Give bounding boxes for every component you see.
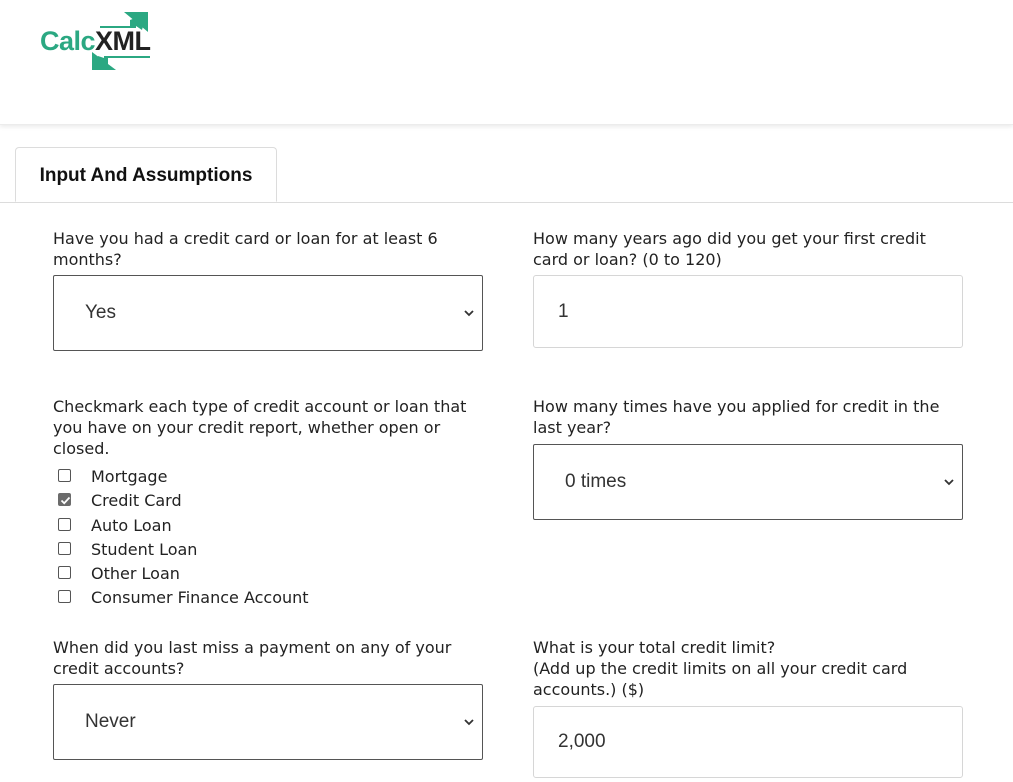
other-loan-checkbox-label: Other Loan — [91, 564, 180, 583]
credit-limit-label-line1: What is your total credit limit? — [533, 638, 776, 657]
years-ago-value: 1 — [558, 301, 569, 322]
logo-text-xml: XML — [95, 26, 151, 56]
chevron-down-icon — [464, 310, 474, 317]
student-loan-checkbox[interactable] — [58, 542, 71, 555]
mortgage-checkbox[interactable] — [58, 469, 71, 482]
student-loan-checkbox-label: Student Loan — [91, 540, 198, 559]
tab-input-and-assumptions[interactable]: Input And Assumptions — [15, 147, 277, 202]
check-icon — [60, 496, 71, 505]
question-credit-6-months-label: Have you had a credit card or loan for a… — [53, 229, 438, 269]
logo-wordmark: CalcXML — [40, 26, 151, 56]
logo-text-calc: Calc — [40, 26, 96, 56]
consumer-finance-checkbox-label: Consumer Finance Account — [91, 588, 309, 607]
chevron-down-icon — [464, 719, 474, 726]
question-account-types-label: Checkmark each type of credit account or… — [53, 397, 467, 458]
missed-payment-select[interactable]: Never — [53, 684, 483, 760]
question-credit-limit-label: What is your total credit limit? (Add up… — [533, 637, 973, 700]
calcxml-logo[interactable]: CalcXML — [38, 12, 154, 72]
question-missed-payment-label: When did you last miss a payment on any … — [53, 638, 452, 678]
credit-limit-label-line2: (Add up the credit limits on all your cr… — [533, 659, 908, 699]
missed-payment-selected-value: Never — [85, 711, 136, 732]
years-ago-input[interactable]: 1 — [533, 275, 963, 348]
credit-limit-value: 2,000 — [558, 731, 606, 752]
question-credit-applications-label: How many times have you applied for cred… — [533, 397, 940, 437]
auto-loan-checkbox[interactable] — [58, 518, 71, 531]
consumer-finance-checkbox[interactable] — [58, 590, 71, 603]
chevron-down-icon — [944, 479, 954, 486]
credit-6-months-select[interactable]: Yes — [53, 275, 483, 351]
other-loan-checkbox[interactable] — [58, 566, 71, 579]
credit-applications-select[interactable]: 0 times — [533, 444, 963, 520]
credit-card-checkbox-label: Credit Card — [91, 491, 182, 510]
credit-6-months-selected-value: Yes — [85, 302, 116, 323]
credit-applications-selected-value: 0 times — [565, 471, 627, 492]
mortgage-checkbox-label: Mortgage — [91, 467, 168, 486]
auto-loan-checkbox-label: Auto Loan — [91, 516, 172, 535]
credit-limit-input[interactable]: 2,000 — [533, 706, 963, 778]
site-header: CalcXML — [0, 0, 1013, 125]
credit-card-checkbox[interactable] — [58, 493, 71, 506]
question-years-ago-label: How many years ago did you get your firs… — [533, 229, 926, 269]
tab-bar: Input And Assumptions — [0, 147, 1013, 203]
